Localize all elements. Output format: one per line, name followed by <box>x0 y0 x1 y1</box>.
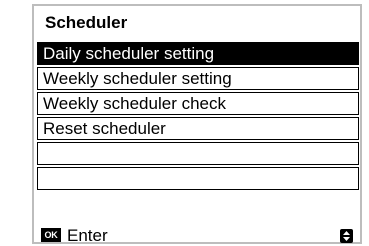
footer-bar: OK Enter <box>38 226 358 246</box>
scheduler-screen: Scheduler Daily scheduler setting Weekly… <box>32 4 362 246</box>
screen-title: Scheduler <box>45 13 128 32</box>
menu-item-weekly-scheduler-check[interactable]: Weekly scheduler check <box>37 92 359 115</box>
scheduler-menu: Daily scheduler setting Weekly scheduler… <box>37 42 359 192</box>
menu-item-reset-scheduler[interactable]: Reset scheduler <box>37 117 359 140</box>
menu-item-daily-scheduler-setting[interactable]: Daily scheduler setting <box>37 42 359 65</box>
menu-item-empty[interactable] <box>37 167 359 190</box>
menu-item-empty[interactable] <box>37 142 359 165</box>
menu-item-weekly-scheduler-setting[interactable]: Weekly scheduler setting <box>37 67 359 90</box>
ok-key-icon[interactable]: OK <box>41 228 61 242</box>
enter-label: Enter <box>67 226 108 245</box>
up-down-arrows-icon[interactable] <box>340 229 353 243</box>
